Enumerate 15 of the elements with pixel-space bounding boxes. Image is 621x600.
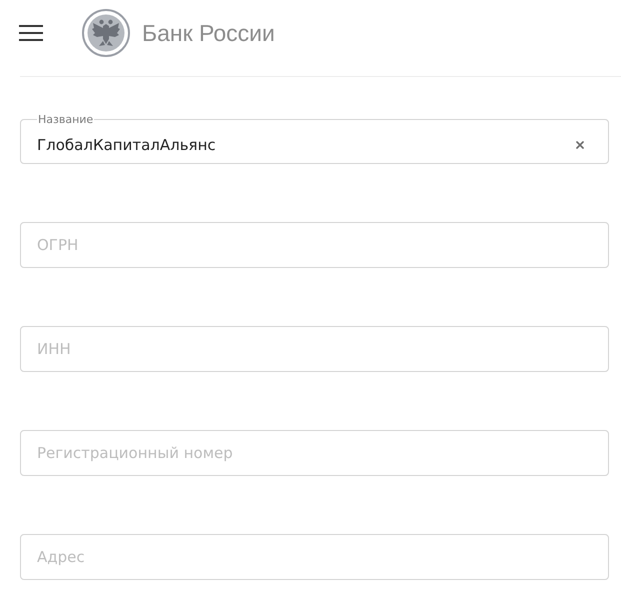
field-placeholder: ОГРН [37,236,78,254]
text-field[interactable]: ИНН [20,326,609,372]
field-label: Название [37,113,94,126]
field-value: ГлобалКапиталАльянс [37,136,216,154]
text-field[interactable]: ОГРН [20,222,609,268]
text-field[interactable]: Адрес [20,534,609,580]
field-placeholder: ИНН [37,340,71,358]
clear-icon[interactable] [576,140,584,148]
bank-name: Банк России [142,19,275,47]
eagle-emblem-icon [82,9,130,57]
field-placeholder: Регистрационный номер [37,444,233,462]
field-placeholder: Адрес [37,548,85,566]
text-field[interactable]: Регистрационный номер [20,430,609,476]
menu-icon[interactable] [19,25,43,41]
text-field[interactable]: Название ГлобалКапиталАльянс [20,113,609,164]
